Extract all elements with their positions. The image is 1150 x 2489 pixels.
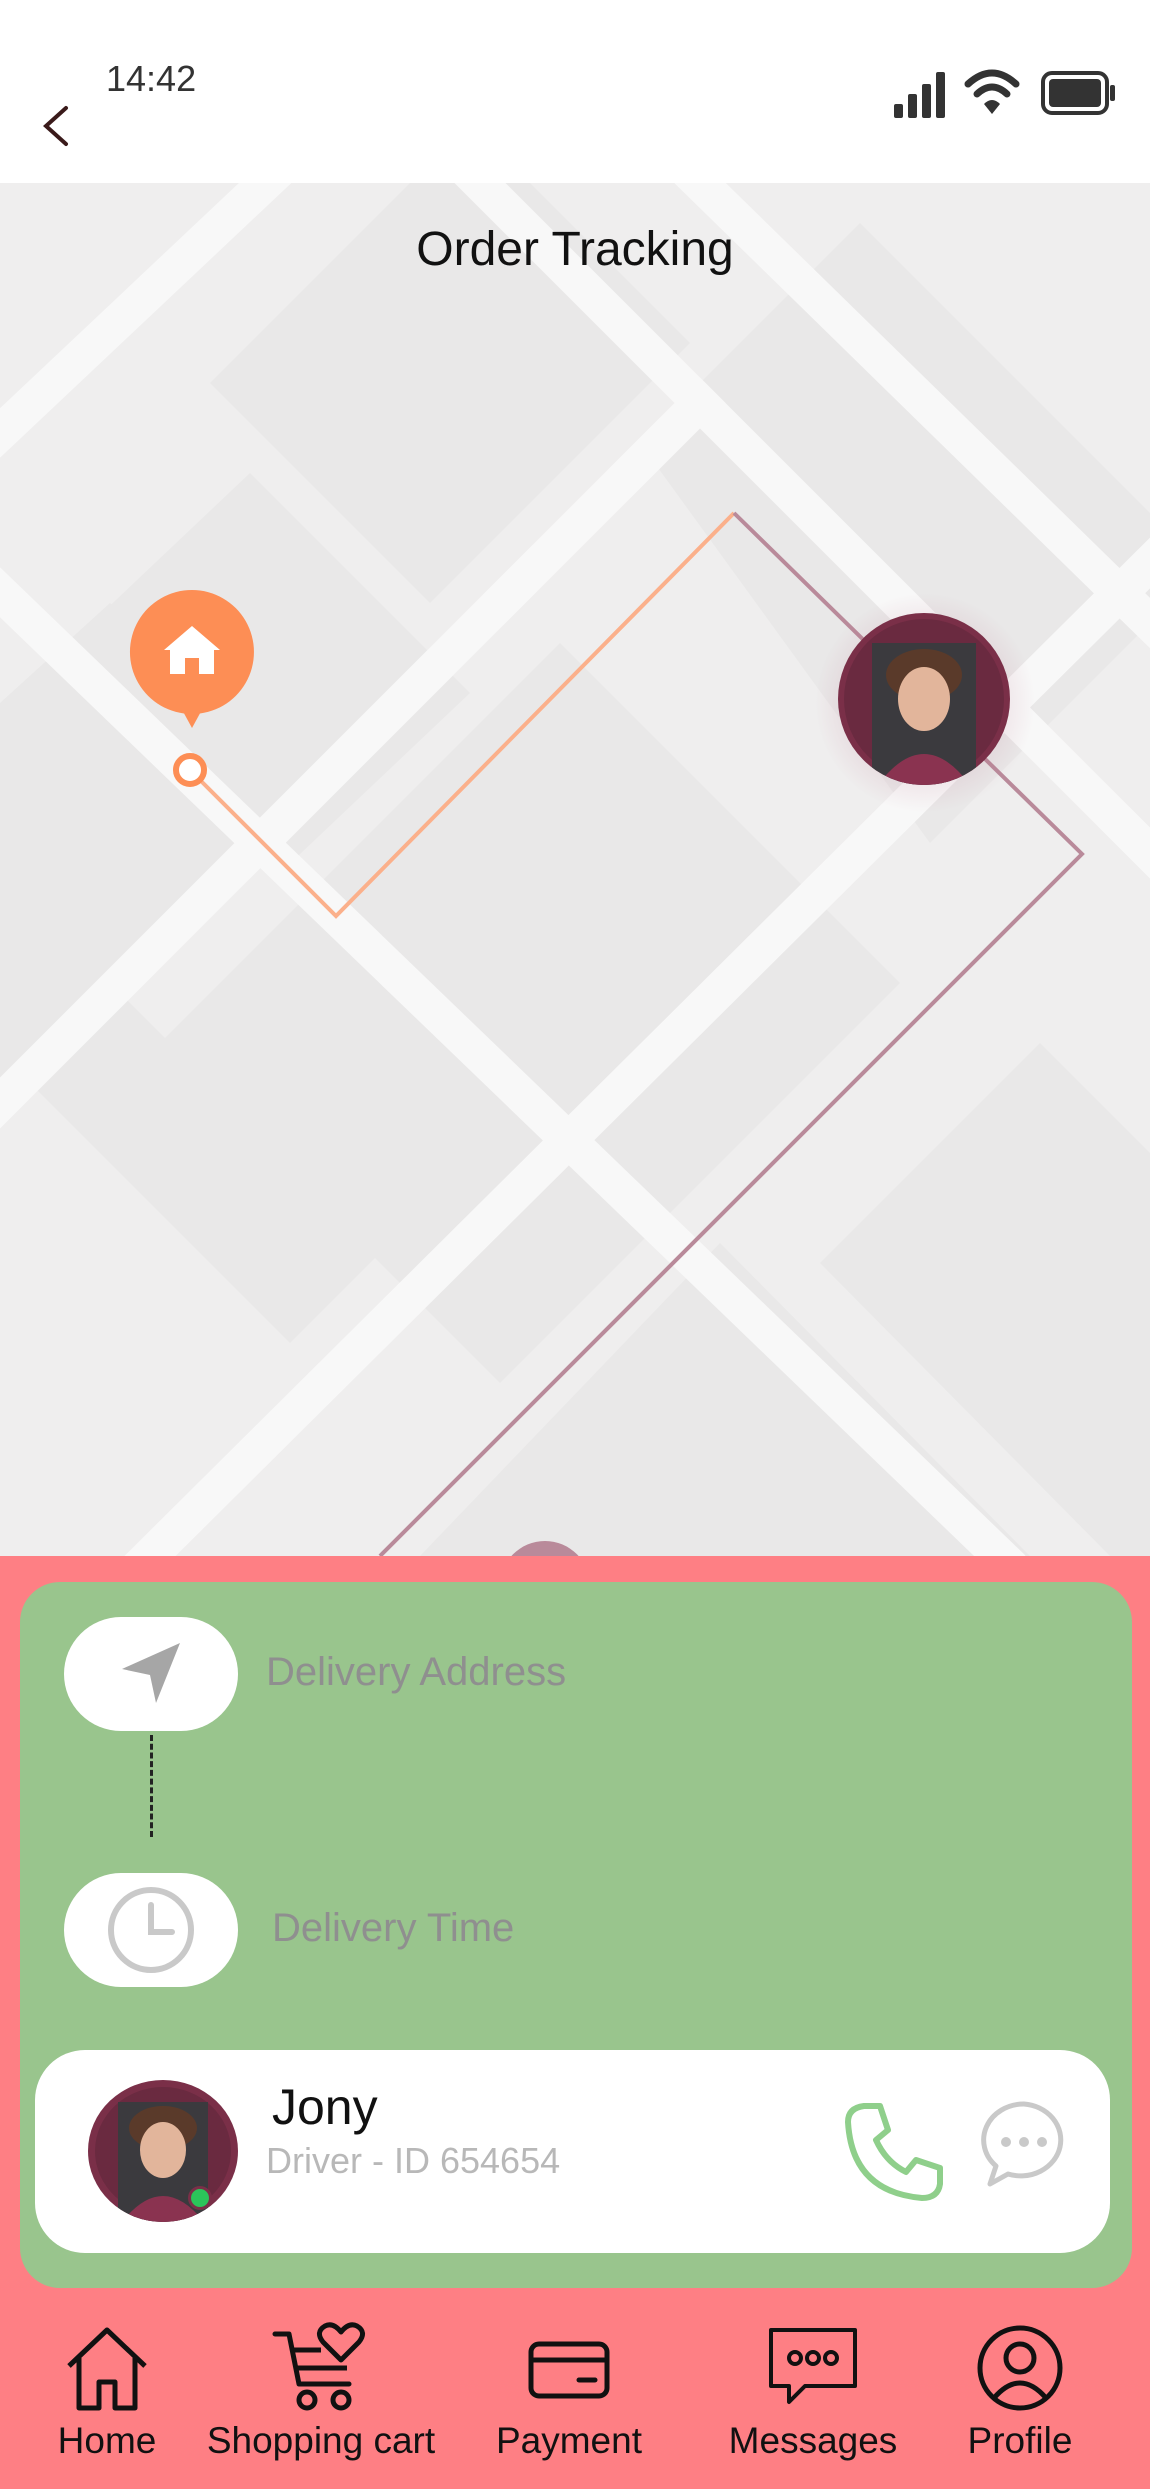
destination-marker[interactable] [128,588,256,738]
address-time-connector [150,1735,153,1837]
driver-avatar-image [844,619,1004,785]
signal-icon [894,72,945,118]
phone-icon [845,2103,943,2201]
delivery-time-label: Delivery Time [272,1906,515,1950]
map-streets [0,183,1150,1556]
battery-icon [1041,71,1115,115]
driver-location-marker[interactable] [838,613,1010,785]
nav-item-shopping-cart[interactable]: Shopping cart [206,2320,436,2480]
nav-item-messages[interactable]: Messages [728,2320,898,2480]
nav-label-shopping-cart: Shopping cart [206,2420,436,2461]
card-icon [528,2341,610,2399]
nav-item-profile[interactable]: Profile [960,2320,1080,2480]
clock-icon [108,1887,194,1973]
status-icons [892,64,1132,124]
chevron-left-icon [43,106,68,146]
navigation-arrow-icon [122,1643,180,1703]
nav-item-home[interactable]: Home [52,2320,162,2480]
driver-name: Jony [272,2079,378,2135]
delivery-address-button[interactable] [64,1617,238,1731]
online-status-dot [188,2186,212,2210]
driver-id: Driver - ID 654654 [266,2140,561,2181]
status-time: 14:42 [106,58,197,99]
chat-bubble-icon [981,2101,1064,2187]
nav-item-payment[interactable]: Payment [494,2320,644,2480]
back-button[interactable] [34,96,84,156]
delivery-time-button[interactable] [64,1873,238,1987]
map-view[interactable] [0,183,1150,1556]
user-circle-icon [977,2325,1063,2411]
home-icon [129,590,254,728]
avatar[interactable] [88,2080,238,2222]
nav-label-home: Home [57,2420,157,2461]
nav-label-payment: Payment [495,2420,642,2461]
wifi-icon [964,69,1020,114]
driver-avatar-image [95,2087,231,2222]
message-dots-icon [769,2328,857,2404]
message-driver-button[interactable] [978,2098,1070,2190]
home-icon [67,2327,147,2411]
nav-label-messages: Messages [728,2420,898,2461]
nav-label-profile: Profile [967,2420,1073,2461]
call-driver-button[interactable] [842,2100,946,2204]
status-bar: 14:42 [0,0,1150,183]
cart-heart-icon [272,2322,365,2411]
page-title: Order Tracking [416,223,734,276]
delivery-address-label: Delivery Address [266,1650,567,1694]
